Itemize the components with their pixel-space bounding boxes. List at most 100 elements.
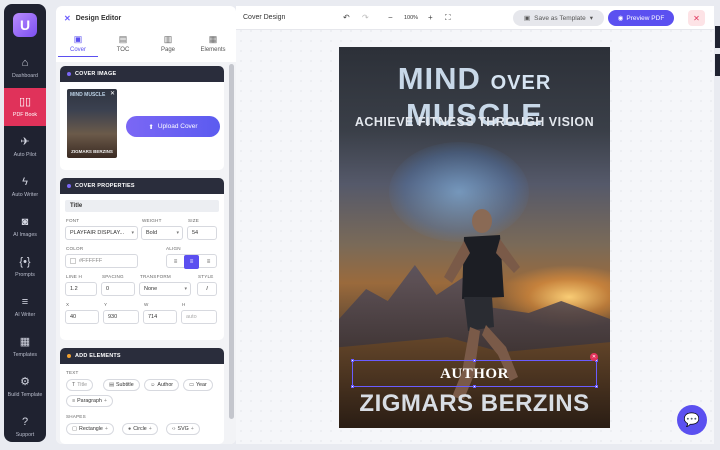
chevron-down-icon: ▾ <box>589 15 593 22</box>
spacing-input[interactable]: 0 <box>101 282 135 296</box>
sidebar-item-pdf-book[interactable]: ▯▯ PDF Book <box>4 88 46 126</box>
sidebar-item-ai-images[interactable]: ◙ AI Images <box>4 208 46 246</box>
shapes-group-label: SHAPES <box>66 414 86 419</box>
save-template-label: Save as Template <box>534 14 586 22</box>
editor-scroll-area: COVER IMAGE MIND MUSCLE ✕ ZIGMARS BERZIN… <box>56 62 236 444</box>
upload-label: Upload Cover <box>157 123 198 130</box>
edge-panel-tab[interactable] <box>715 54 720 76</box>
cover-image-card: COVER IMAGE MIND MUSCLE ✕ ZIGMARS BERZIN… <box>60 66 224 170</box>
zoom-out-icon[interactable]: − <box>388 13 393 22</box>
sidebar-item-auto-writer[interactable]: ϟ Auto Writer <box>4 168 46 206</box>
add-year-button[interactable]: ▭ Year <box>183 379 213 391</box>
undo-icon[interactable]: ↶ <box>343 13 350 22</box>
save-as-template-button[interactable]: ▣ Save as Template ▾ <box>513 10 604 26</box>
sidebar-item-label: Templates <box>12 352 38 358</box>
preview-pdf-button[interactable]: ◉ Preview PDF <box>608 10 674 26</box>
close-button[interactable]: ✕ <box>688 10 705 26</box>
w-label: W <box>144 302 149 307</box>
add-author-button[interactable]: ☺ Author <box>144 379 180 391</box>
add-rectangle-button[interactable]: ▢ Rectangle + <box>66 423 114 435</box>
resize-handle[interactable] <box>351 385 354 388</box>
preview-label: Preview PDF <box>626 14 665 22</box>
resize-handle[interactable] <box>473 359 476 362</box>
h-input[interactable]: auto <box>181 310 217 324</box>
tab-toc[interactable]: ▤ TOC <box>103 34 143 53</box>
cover-author-name[interactable]: ZIGMARS BERZINS <box>339 390 610 418</box>
add-subtitle-button[interactable]: ▤ Subtitle <box>103 379 140 391</box>
x-input[interactable]: 40 <box>65 310 99 324</box>
sidebar-item-dashboard[interactable]: ⌂ Dashboard <box>4 49 46 87</box>
resize-handle[interactable] <box>473 385 476 388</box>
sidebar-item-label: Support <box>15 432 35 438</box>
zoom-in-icon[interactable]: + <box>428 13 433 22</box>
fit-screen-icon[interactable]: ⛶ <box>445 13 451 23</box>
color-swatch[interactable] <box>70 258 76 264</box>
section-title: COVER IMAGE <box>75 71 117 77</box>
align-center-icon[interactable]: ≡ <box>184 255 199 269</box>
cover-thumbnail[interactable]: MIND MUSCLE ✕ ZIGMARS BERZINS <box>67 89 117 158</box>
close-icon: ✕ <box>591 354 597 360</box>
transform-select[interactable]: None ▾ <box>139 282 191 296</box>
add-svg-button[interactable]: ‹› SVG + <box>166 423 200 435</box>
sidebar-item-templates[interactable]: ▦ Templates <box>4 328 46 366</box>
panel-scrollbar[interactable] <box>229 64 234 419</box>
edge-panel-tab[interactable] <box>715 26 720 48</box>
line-height-input[interactable]: 1.2 <box>65 282 97 296</box>
rectangle-icon: ▢ <box>72 426 78 432</box>
size-input[interactable]: 54 <box>187 226 217 240</box>
transform-label: TRANSFORM <box>140 274 171 279</box>
resize-handle[interactable] <box>595 385 598 388</box>
circle-icon: ● <box>128 426 132 432</box>
book-icon: ▯▯ <box>18 96 32 108</box>
w-input[interactable]: 714 <box>143 310 177 324</box>
align-right-icon[interactable]: ≡ <box>201 255 216 269</box>
section-dot-icon <box>67 184 71 188</box>
editor-title: Design Editor <box>75 15 122 22</box>
sidebar-item-auto-pilot[interactable]: ✈ Auto Pilot <box>4 128 46 166</box>
plus-icon: + <box>148 426 152 432</box>
delete-element-button[interactable]: ✕ <box>590 353 598 361</box>
user-icon: ☺ <box>150 382 156 388</box>
y-input[interactable]: 930 <box>103 310 139 324</box>
color-label: COLOR <box>66 246 84 251</box>
calendar-icon: ▭ <box>189 382 195 388</box>
italic-toggle[interactable]: I <box>197 282 217 296</box>
resize-handle[interactable] <box>351 359 354 362</box>
align-left-icon[interactable]: ≡ <box>168 255 183 269</box>
add-paragraph-button[interactable]: ≡ Paragraph + <box>66 395 113 407</box>
tab-cover[interactable]: ▣ Cover <box>58 34 98 57</box>
sidebar-item-label: Auto Writer <box>11 192 39 198</box>
chip-label: Subtitle <box>116 382 134 388</box>
redo-icon[interactable]: ↷ <box>362 13 369 22</box>
selection-box[interactable] <box>351 359 598 388</box>
weight-select[interactable]: Bold ▾ <box>141 226 183 240</box>
upload-cover-button[interactable]: ⬆ Upload Cover <box>126 116 220 137</box>
tab-label: Elements <box>200 47 226 53</box>
add-title-button[interactable]: T Title <box>66 379 94 391</box>
sidebar-item-prompts[interactable]: {•} Prompts <box>4 248 46 286</box>
font-select[interactable]: PLAYFAIR DISPLAY... ▾ <box>65 226 138 240</box>
remove-cover-icon[interactable]: ✕ <box>110 90 115 97</box>
sidebar-item-ai-writer[interactable]: ≡ AI Writer <box>4 288 46 326</box>
chip-label: SVG <box>177 426 189 432</box>
sidebar-item-support[interactable]: ? Support <box>4 408 46 446</box>
tab-page[interactable]: ▥ Page <box>148 34 188 53</box>
cover-subtitle[interactable]: ACHIEVE FITNESS THROUGH VISION <box>339 115 610 129</box>
chat-button[interactable]: 💬 <box>677 405 707 435</box>
color-value: #FFFFFF <box>79 258 103 264</box>
plus-icon: + <box>190 426 194 432</box>
color-input[interactable]: #FFFFFF <box>65 254 138 268</box>
app-logo[interactable]: U <box>13 13 37 37</box>
thumb-author: ZIGMARS BERZINS <box>71 149 113 154</box>
tab-label: Cover <box>69 47 86 53</box>
line-height-label: LINE H <box>66 274 83 279</box>
add-circle-button[interactable]: ● Circle + <box>122 423 158 435</box>
transform-value: None <box>144 286 158 292</box>
editor-header: ✕ Design Editor <box>64 14 121 23</box>
camera-icon: ◙ <box>21 216 29 228</box>
section-title: COVER PROPERTIES <box>75 183 135 189</box>
sidebar-item-label: Auto Pilot <box>13 152 37 158</box>
sidebar-item-build-template[interactable]: ⚙ Build Template <box>4 368 46 406</box>
tab-elements[interactable]: ▦ Elements <box>193 34 233 53</box>
tools-icon: ✕ <box>64 14 71 23</box>
